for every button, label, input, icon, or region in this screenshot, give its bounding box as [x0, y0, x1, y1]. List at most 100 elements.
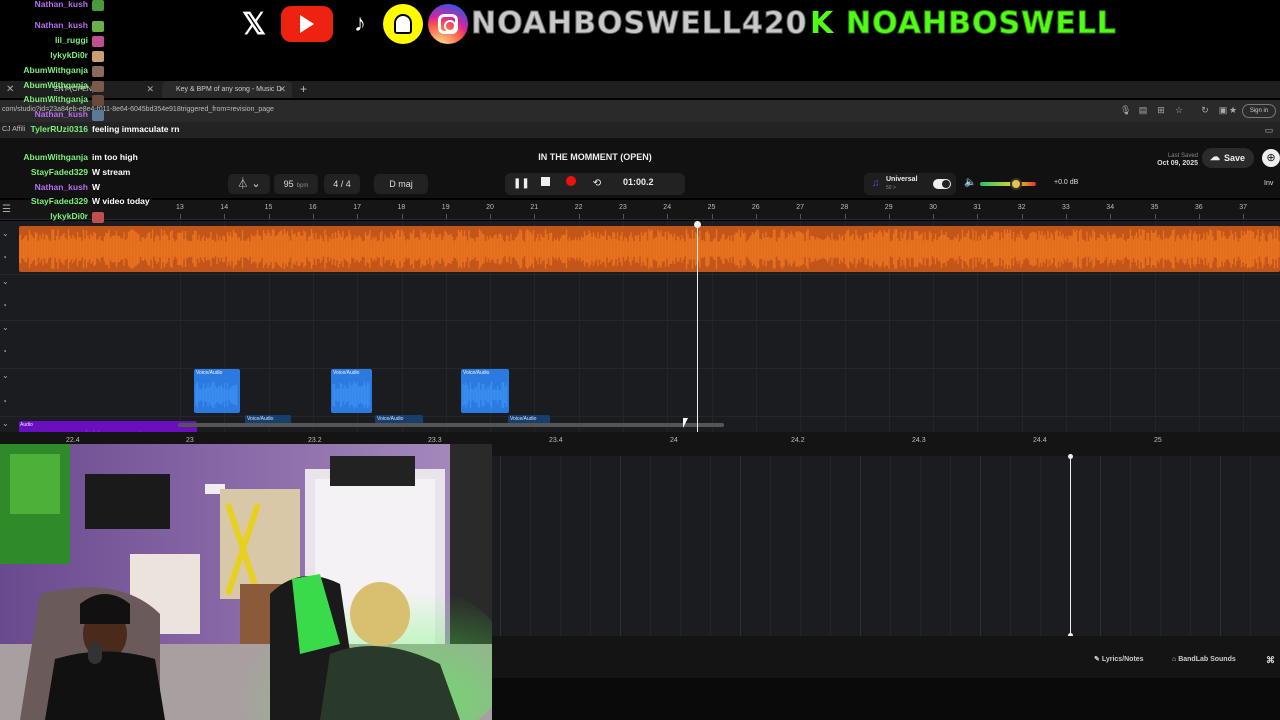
- star-icon[interactable]: ☆: [1174, 105, 1184, 115]
- mastering-preset[interactable]: ♫ Universal 50 >: [864, 173, 956, 195]
- ruler-tick: [312, 214, 314, 219]
- chevron-down-icon[interactable]: ⌄: [2, 229, 9, 238]
- track-area[interactable]: ⌄ ◔ ⌄ ◔ ⌄ ◔ Audio ⌄ ◔ ⌄ Voice/Audio Voic…: [0, 221, 1280, 467]
- pause-button[interactable]: ❚❚: [513, 176, 530, 192]
- kick-icon: K: [810, 6, 834, 41]
- chat-emote: [92, 66, 104, 77]
- track-row[interactable]: ⌄ ◔: [0, 275, 1280, 321]
- audio-clip[interactable]: [19, 226, 1280, 272]
- loop-button[interactable]: ⟲: [589, 176, 605, 192]
- voice-clip[interactable]: Voice/Audio: [194, 369, 240, 413]
- lyrics-label: Lyrics/Notes: [1101, 656, 1144, 663]
- chevron-down-icon[interactable]: ⌄: [2, 419, 9, 428]
- folder-icon[interactable]: ▭: [1264, 125, 1274, 135]
- tempo-field[interactable]: 95 bpm: [274, 174, 318, 194]
- lyrics-notes-button[interactable]: ✎ Lyrics/Notes: [1094, 653, 1144, 667]
- chat-username: Nathan_kush: [34, 0, 88, 9]
- track-icon[interactable]: ◔: [2, 253, 7, 262]
- track-icon[interactable]: ◔: [2, 397, 7, 406]
- ruler-tick: [933, 214, 935, 219]
- mouse-cursor: [683, 418, 693, 428]
- ruler-tick: [401, 214, 403, 219]
- last-saved: Last Saved Oct 09, 2025: [1150, 152, 1198, 168]
- snapchat-icon: [383, 4, 423, 44]
- ruler-tick: [667, 214, 669, 219]
- chat-message: Nathan_kush: [0, 109, 240, 123]
- save-button[interactable]: ☁ Save: [1202, 148, 1254, 168]
- waveform-path: [195, 381, 238, 409]
- globe-icon[interactable]: ⊕: [1262, 149, 1280, 167]
- sign-in-button[interactable]: Sign in: [1242, 104, 1276, 118]
- playhead[interactable]: [694, 221, 701, 432]
- ruler-bar-label: 25: [707, 204, 716, 211]
- ruler-bar-label: 30: [929, 204, 937, 211]
- preset-toggle[interactable]: [933, 179, 951, 189]
- chat-message: lykykDi0r: [0, 211, 240, 225]
- clip-label: Voice/Audio: [333, 370, 360, 376]
- reader-icon[interactable]: ▤: [1138, 105, 1148, 115]
- chat-username: StayFaded329: [30, 167, 88, 177]
- waveform: [19, 228, 1280, 270]
- bpm-unit: bpm: [296, 183, 309, 189]
- kick-handle: NOAHBOSWELL: [846, 6, 1117, 42]
- chevron-down-icon[interactable]: ⌄: [2, 371, 9, 380]
- zoom-ruler-label: 22.4: [66, 437, 80, 444]
- track-icon[interactable]: ◔: [2, 347, 7, 356]
- chat-message: StayFaded329 W video today: [0, 196, 240, 210]
- speaker-icon[interactable]: 🔈: [964, 177, 976, 188]
- key-field[interactable]: D maj: [374, 174, 428, 194]
- ruler-bar-label: 16: [308, 204, 317, 211]
- chat-message: AbumWithganja im too high: [0, 152, 240, 166]
- chat-message: AbumWithganja: [0, 94, 240, 108]
- shortcuts-icon[interactable]: ⌘: [1266, 653, 1275, 667]
- bookmark-star-icon[interactable]: ★: [1228, 105, 1238, 115]
- time-signature-field[interactable]: 4 / 4: [324, 174, 360, 194]
- chat-username: Nathan_kush: [34, 182, 88, 192]
- ruler-bar-label: 17: [353, 204, 361, 211]
- mic-icon[interactable]: 🎙: [1120, 105, 1131, 115]
- zoom-ruler-label: 24: [670, 437, 678, 444]
- chat-emote: [92, 110, 104, 121]
- master-volume-slider[interactable]: [980, 178, 1036, 190]
- webcam-scene: [0, 444, 492, 720]
- x-icon: 𝕏: [241, 7, 267, 41]
- refresh-icon[interactable]: ↻: [1200, 105, 1210, 115]
- clip-label: Audio: [20, 422, 33, 428]
- stop-button[interactable]: [537, 176, 553, 192]
- chevron-down-icon[interactable]: ⌄: [2, 277, 9, 286]
- chat-text: feeling immaculate rn: [92, 124, 180, 134]
- invite-button[interactable]: Inv: [1264, 176, 1280, 192]
- new-tab-icon[interactable]: +: [300, 81, 307, 98]
- ruler-tick: [534, 214, 536, 219]
- ruler-bar-label: 21: [530, 204, 539, 211]
- grid-icon[interactable]: ⊞: [1156, 105, 1166, 115]
- close-icon[interactable]: ✕: [278, 81, 286, 98]
- grid-line: [980, 456, 981, 636]
- playhead[interactable]: [1068, 454, 1073, 638]
- ruler-tick: [711, 214, 713, 219]
- voice-clip[interactable]: Voice/Audio: [331, 369, 372, 413]
- zoomed-track-view[interactable]: [492, 456, 1280, 636]
- chevron-down-icon[interactable]: ⌄: [2, 323, 9, 332]
- track-row[interactable]: ⌄ ◔ Audio: [0, 321, 1280, 467]
- project-title[interactable]: IN THE MOMMENT (OPEN): [480, 152, 710, 162]
- zoom-ruler-label: 23.4: [549, 437, 563, 444]
- blank-area: [492, 678, 1280, 720]
- track-row[interactable]: ⌄ ◔: [0, 369, 1280, 417]
- track-icon[interactable]: ◔: [2, 301, 7, 310]
- chat-message: lil_ruggi: [0, 35, 240, 49]
- grid-line: [530, 456, 531, 636]
- grid-line: [1040, 456, 1041, 636]
- ruler-bar-label: 28: [840, 204, 849, 211]
- horizontal-scrollbar[interactable]: [178, 423, 724, 427]
- grid-line: [560, 456, 561, 636]
- volume-knob[interactable]: [1010, 178, 1023, 190]
- grid-line: [1190, 456, 1191, 636]
- bandlab-sounds-button[interactable]: ⌂ BandLab Sounds: [1172, 653, 1236, 667]
- master-controls: ♫ Universal 50 > 🔈 +0.0 dB: [864, 173, 1090, 195]
- waveform-path: [462, 381, 508, 409]
- voice-clip[interactable]: Voice/Audio: [461, 369, 509, 413]
- extensions-icon[interactable]: ▣: [1218, 105, 1228, 115]
- record-button[interactable]: [563, 176, 579, 192]
- ruler-tick: [1066, 214, 1067, 219]
